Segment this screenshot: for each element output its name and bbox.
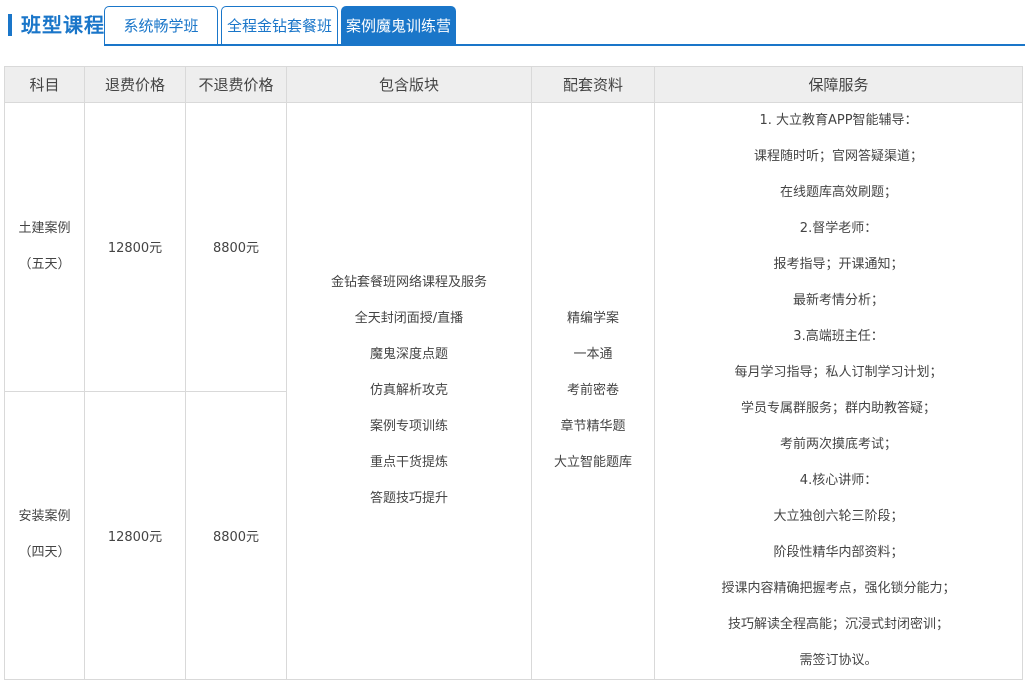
service-line: 在线题库高效刷题； — [779, 185, 897, 200]
subject-cell: 土建案例 （五天） — [4, 102, 85, 392]
refund-price: 12800元 — [84, 390, 186, 680]
subject-duration: （五天） — [18, 256, 71, 272]
header-refund-price: 退费价格 — [84, 66, 186, 103]
header-subject: 科目 — [4, 66, 85, 103]
service-line: 需签订协议。 — [799, 653, 878, 668]
subject-cell: 安装案例 （四天） — [4, 390, 85, 680]
tab-system-class[interactable]: 系统畅学班 — [104, 6, 218, 44]
header-modules: 包含版块 — [286, 66, 532, 103]
service-line: 授课内容精确把握考点，强化锁分能力； — [721, 581, 956, 596]
nonrefund-price: 8800元 — [185, 390, 287, 680]
tab-case-bootcamp[interactable]: 案例魔鬼训练营 — [341, 6, 456, 44]
tab-underline — [104, 44, 1025, 46]
header-services: 保障服务 — [654, 66, 1023, 103]
subject-name: 土建案例 — [18, 220, 71, 236]
service-line: 大立独创六轮三阶段； — [773, 509, 904, 524]
header-nonrefund-price: 不退费价格 — [185, 66, 287, 103]
service-line: 技巧解读全程高能；沉浸式封闭密训； — [727, 617, 949, 632]
section-title: 班型课程 — [21, 13, 105, 37]
table-header-row: 科目 退费价格 不退费价格 包含版块 配套资料 保障服务 — [4, 66, 1023, 103]
module-item: 仿真解析攻克 — [369, 383, 448, 398]
section-header: 班型课程 系统畅学班 全程金钻套餐班 案例魔鬼训练营 — [0, 0, 1025, 46]
service-line: 3.高端班主任： — [793, 329, 884, 344]
subject-name: 安装案例 — [18, 509, 71, 525]
service-line: 1. 大立教育APP智能辅导： — [759, 113, 918, 128]
nonrefund-price: 8800元 — [185, 102, 287, 392]
service-line: 2.督学老师： — [799, 221, 878, 236]
module-item: 答题技巧提升 — [369, 491, 448, 506]
service-line: 最新考情分析； — [792, 293, 884, 308]
service-line: 阶段性精华内部资料； — [773, 545, 904, 560]
service-line: 学员专属群服务；群内助教答疑； — [740, 401, 936, 416]
header-materials: 配套资料 — [531, 66, 655, 103]
modules-cell: 金钻套餐班网络课程及服务 全天封闭面授/直播 魔鬼深度点题 仿真解析攻克 案例专… — [286, 102, 532, 680]
module-item: 重点干货提炼 — [369, 455, 448, 470]
service-line: 考前两次摸底考试； — [779, 437, 897, 452]
material-item: 考前密卷 — [566, 383, 619, 398]
material-item: 章节精华题 — [560, 419, 626, 434]
module-item: 全天封闭面授/直播 — [354, 311, 464, 326]
material-item: 精编学案 — [566, 311, 619, 326]
module-item: 案例专项训练 — [369, 419, 448, 434]
materials-cell: 精编学案 一本通 考前密卷 章节精华题 大立智能题库 — [531, 102, 655, 680]
module-item: 魔鬼深度点题 — [369, 347, 448, 362]
service-line: 每月学习指导；私人订制学习计划； — [734, 365, 943, 380]
material-item: 大立智能题库 — [553, 455, 632, 470]
service-line: 报考指导；开课通知； — [773, 257, 904, 272]
module-item: 金钻套餐班网络课程及服务 — [330, 275, 487, 290]
course-table: 科目 退费价格 不退费价格 包含版块 配套资料 保障服务 土建案例 （五天） 1… — [4, 66, 1023, 680]
service-line: 课程随时听；官网答疑渠道； — [753, 149, 923, 164]
tab-full-diamond-package[interactable]: 全程金钻套餐班 — [221, 6, 338, 44]
table-row: 土建案例 （五天） 12800元 8800元 金钻套餐班网络课程及服务 全天封闭… — [4, 102, 1023, 680]
title-accent-bar — [8, 14, 12, 36]
services-cell: 1. 大立教育APP智能辅导： 课程随时听；官网答疑渠道； 在线题库高效刷题； … — [654, 102, 1023, 680]
subject-duration: （四天） — [18, 545, 71, 561]
refund-price: 12800元 — [84, 102, 186, 392]
material-item: 一本通 — [573, 347, 613, 362]
service-line: 4.核心讲师： — [799, 473, 878, 488]
